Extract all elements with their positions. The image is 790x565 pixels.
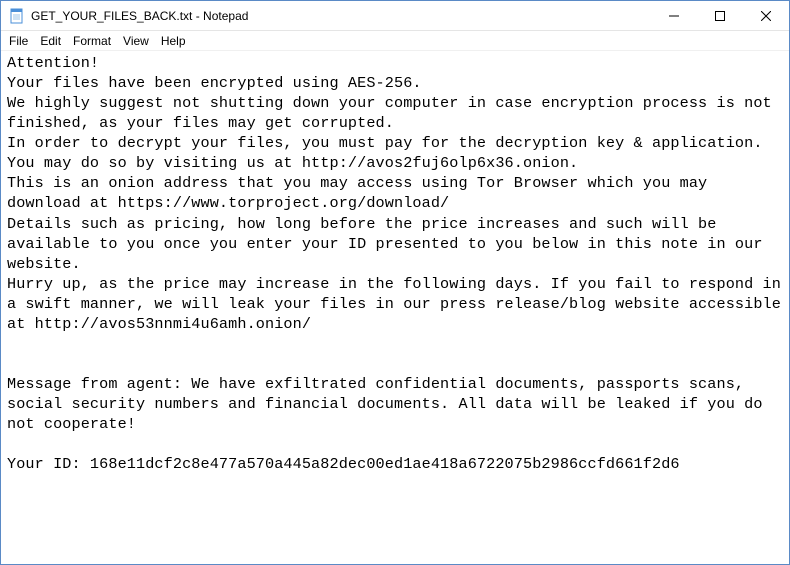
close-button[interactable]: [743, 1, 789, 31]
window-controls: [651, 1, 789, 30]
minimize-button[interactable]: [651, 1, 697, 31]
window-title: GET_YOUR_FILES_BACK.txt - Notepad: [31, 9, 651, 23]
menu-format[interactable]: Format: [67, 33, 117, 49]
menu-edit[interactable]: Edit: [34, 33, 67, 49]
maximize-button[interactable]: [697, 1, 743, 31]
notepad-icon: [9, 8, 25, 24]
menu-file[interactable]: File: [3, 33, 34, 49]
menu-view[interactable]: View: [117, 33, 155, 49]
text-area[interactable]: Attention! Your files have been encrypte…: [1, 51, 789, 476]
menubar: File Edit Format View Help: [1, 31, 789, 51]
menu-help[interactable]: Help: [155, 33, 192, 49]
titlebar: GET_YOUR_FILES_BACK.txt - Notepad: [1, 1, 789, 31]
